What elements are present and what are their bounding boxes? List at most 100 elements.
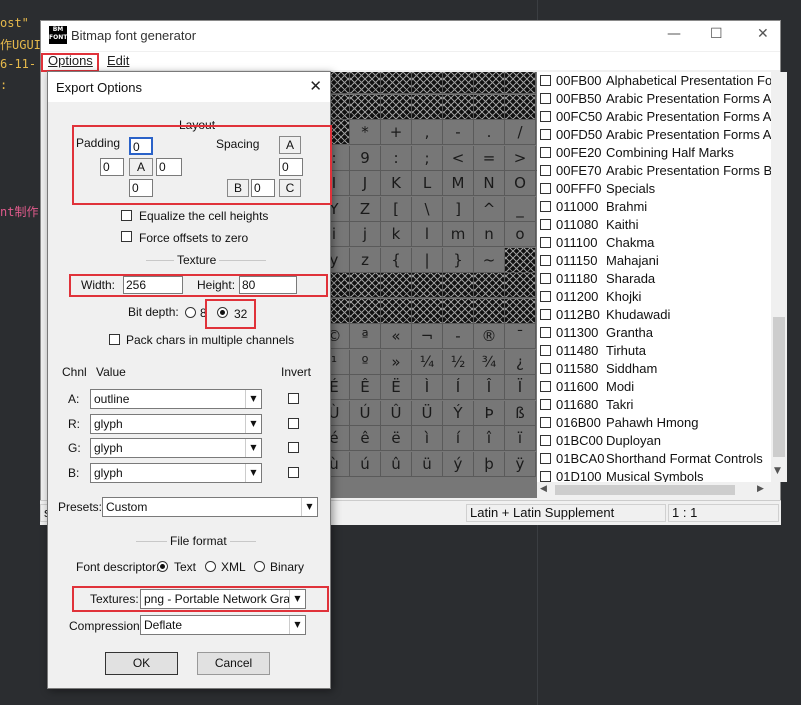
glyph-cell[interactable]: [474, 94, 505, 120]
charset-checkbox[interactable]: [540, 255, 551, 266]
glyph-cell[interactable]: ½: [443, 349, 474, 375]
glyph-cell[interactable]: Ï: [505, 375, 536, 400]
glyph-cell[interactable]: ^: [474, 196, 505, 222]
equalize-checkbox[interactable]: [121, 210, 132, 221]
glyph-cell[interactable]: ì: [412, 426, 443, 451]
charset-checkbox[interactable]: [540, 93, 551, 104]
descriptor-text-radio[interactable]: [157, 561, 168, 572]
glyph-cell[interactable]: {: [381, 247, 412, 273]
glyph-cell[interactable]: [474, 273, 505, 298]
charset-list-item[interactable]: 00FB50 Arabic Presentation Forms A: [537, 90, 771, 108]
glyph-cell[interactable]: [: [381, 196, 412, 222]
glyph-cell[interactable]: [505, 247, 536, 273]
charset-list-item[interactable]: 011680 Takri: [537, 396, 771, 414]
glyph-cell[interactable]: Ì: [412, 375, 443, 400]
glyph-cell[interactable]: ë: [381, 426, 412, 451]
minimize-button[interactable]: —: [667, 26, 681, 42]
bit-depth-8-radio[interactable]: [185, 307, 196, 318]
charset-list-item[interactable]: 00FE20 Combining Half Marks: [537, 144, 771, 162]
glyph-cell[interactable]: [412, 72, 443, 94]
glyph-cell[interactable]: [381, 273, 412, 298]
glyph-cell[interactable]: [474, 72, 505, 94]
glyph-cell[interactable]: Ü: [412, 400, 443, 426]
charset-list-item[interactable]: 011180 Sharada: [537, 270, 771, 288]
glyph-cell[interactable]: »: [381, 349, 412, 375]
glyph-cell[interactable]: û: [381, 451, 412, 477]
charset-list-item[interactable]: 0112B0 Khudawadi: [537, 306, 771, 324]
glyph-cell[interactable]: >: [505, 145, 536, 171]
charset-list-item[interactable]: 011480 Tirhuta: [537, 342, 771, 360]
glyph-cell[interactable]: [381, 94, 412, 120]
glyph-cell[interactable]: Í: [443, 375, 474, 400]
glyph-cell[interactable]: }: [443, 247, 474, 273]
charset-list-item[interactable]: 01D100 Musical Symbols: [537, 468, 771, 482]
invert-checkbox[interactable]: [288, 466, 299, 478]
charset-list-item[interactable]: 011000 Brahmi: [537, 198, 771, 216]
charset-checkbox[interactable]: [540, 399, 551, 410]
force-offsets-checkbox[interactable]: [121, 231, 132, 242]
charset-checkbox[interactable]: [540, 183, 551, 194]
charset-checkbox[interactable]: [540, 129, 551, 140]
charset-checkbox[interactable]: [540, 309, 551, 320]
glyph-cell[interactable]: ¬: [412, 324, 443, 349]
scroll-down-arrow-icon[interactable]: ▼: [774, 466, 781, 476]
charset-list-item[interactable]: 011150 Mahajani: [537, 252, 771, 270]
invert-checkbox[interactable]: [288, 417, 299, 429]
glyph-grid[interactable]: *+,-./:9:;<=>?IJKLMNOYZ[\]^_ijklmnoyz{|}…: [330, 72, 537, 498]
glyph-cell[interactable]: [381, 72, 412, 94]
charset-checkbox[interactable]: [540, 381, 551, 392]
glyph-cell[interactable]: º: [350, 349, 381, 375]
glyph-cell[interactable]: ¯: [505, 324, 536, 349]
glyph-cell[interactable]: Ú: [350, 400, 381, 426]
glyph-cell[interactable]: [330, 72, 350, 94]
charset-list-item[interactable]: 00FB00 Alphabetical Presentation Fo: [537, 72, 771, 90]
glyph-cell[interactable]: <: [443, 145, 474, 171]
glyph-cell[interactable]: [330, 120, 350, 145]
glyph-cell[interactable]: j: [350, 222, 381, 247]
glyph-cell[interactable]: ¼: [412, 349, 443, 375]
charset-list-item[interactable]: 011300 Grantha: [537, 324, 771, 342]
glyph-cell[interactable]: ;: [412, 145, 443, 171]
descriptor-binary-radio[interactable]: [254, 561, 265, 572]
dialog-close-button[interactable]: ✕: [309, 77, 322, 95]
glyph-cell[interactable]: -: [443, 120, 474, 145]
glyph-cell[interactable]: ~: [474, 247, 505, 273]
glyph-cell[interactable]: [505, 94, 536, 120]
glyph-cell[interactable]: O: [505, 171, 536, 196]
charset-checkbox[interactable]: [540, 291, 551, 302]
glyph-cell[interactable]: [412, 273, 443, 298]
charset-checkbox[interactable]: [540, 165, 551, 176]
charset-list-item[interactable]: 00FD50 Arabic Presentation Forms A: [537, 126, 771, 144]
glyph-cell[interactable]: ]: [443, 196, 474, 222]
vertical-scroll-thumb[interactable]: [773, 317, 785, 457]
glyph-cell[interactable]: i: [330, 222, 350, 247]
glyph-cell[interactable]: ê: [350, 426, 381, 451]
glyph-cell[interactable]: [505, 72, 536, 94]
glyph-cell[interactable]: I: [330, 171, 350, 196]
glyph-cell[interactable]: [505, 273, 536, 298]
charset-checkbox[interactable]: [540, 345, 551, 356]
glyph-cell[interactable]: z: [350, 247, 381, 273]
glyph-cell[interactable]: ü: [412, 451, 443, 477]
glyph-cell[interactable]: [381, 298, 412, 324]
glyph-cell[interactable]: ý: [443, 451, 474, 477]
charset-list-item[interactable]: 011100 Chakma: [537, 234, 771, 252]
glyph-cell[interactable]: Û: [381, 400, 412, 426]
channel-value-select[interactable]: outline ▼: [90, 389, 262, 409]
maximize-button[interactable]: ☐: [710, 26, 723, 42]
glyph-cell[interactable]: :: [381, 145, 412, 171]
charset-checkbox[interactable]: [540, 147, 551, 158]
glyph-cell[interactable]: [350, 273, 381, 298]
horizontal-scroll-thumb[interactable]: [555, 485, 735, 495]
glyph-cell[interactable]: É: [330, 375, 350, 400]
glyph-cell[interactable]: [330, 298, 350, 324]
charset-list-item[interactable]: 011080 Kaithi: [537, 216, 771, 234]
cancel-button[interactable]: Cancel: [197, 652, 270, 675]
channel-value-select[interactable]: glyph ▼: [90, 438, 262, 458]
glyph-cell[interactable]: ©: [330, 324, 350, 349]
glyph-cell[interactable]: ï: [505, 426, 536, 451]
glyph-cell[interactable]: Y: [330, 196, 350, 222]
charset-checkbox[interactable]: [540, 75, 551, 86]
glyph-cell[interactable]: [350, 72, 381, 94]
glyph-cell[interactable]: ª: [350, 324, 381, 349]
